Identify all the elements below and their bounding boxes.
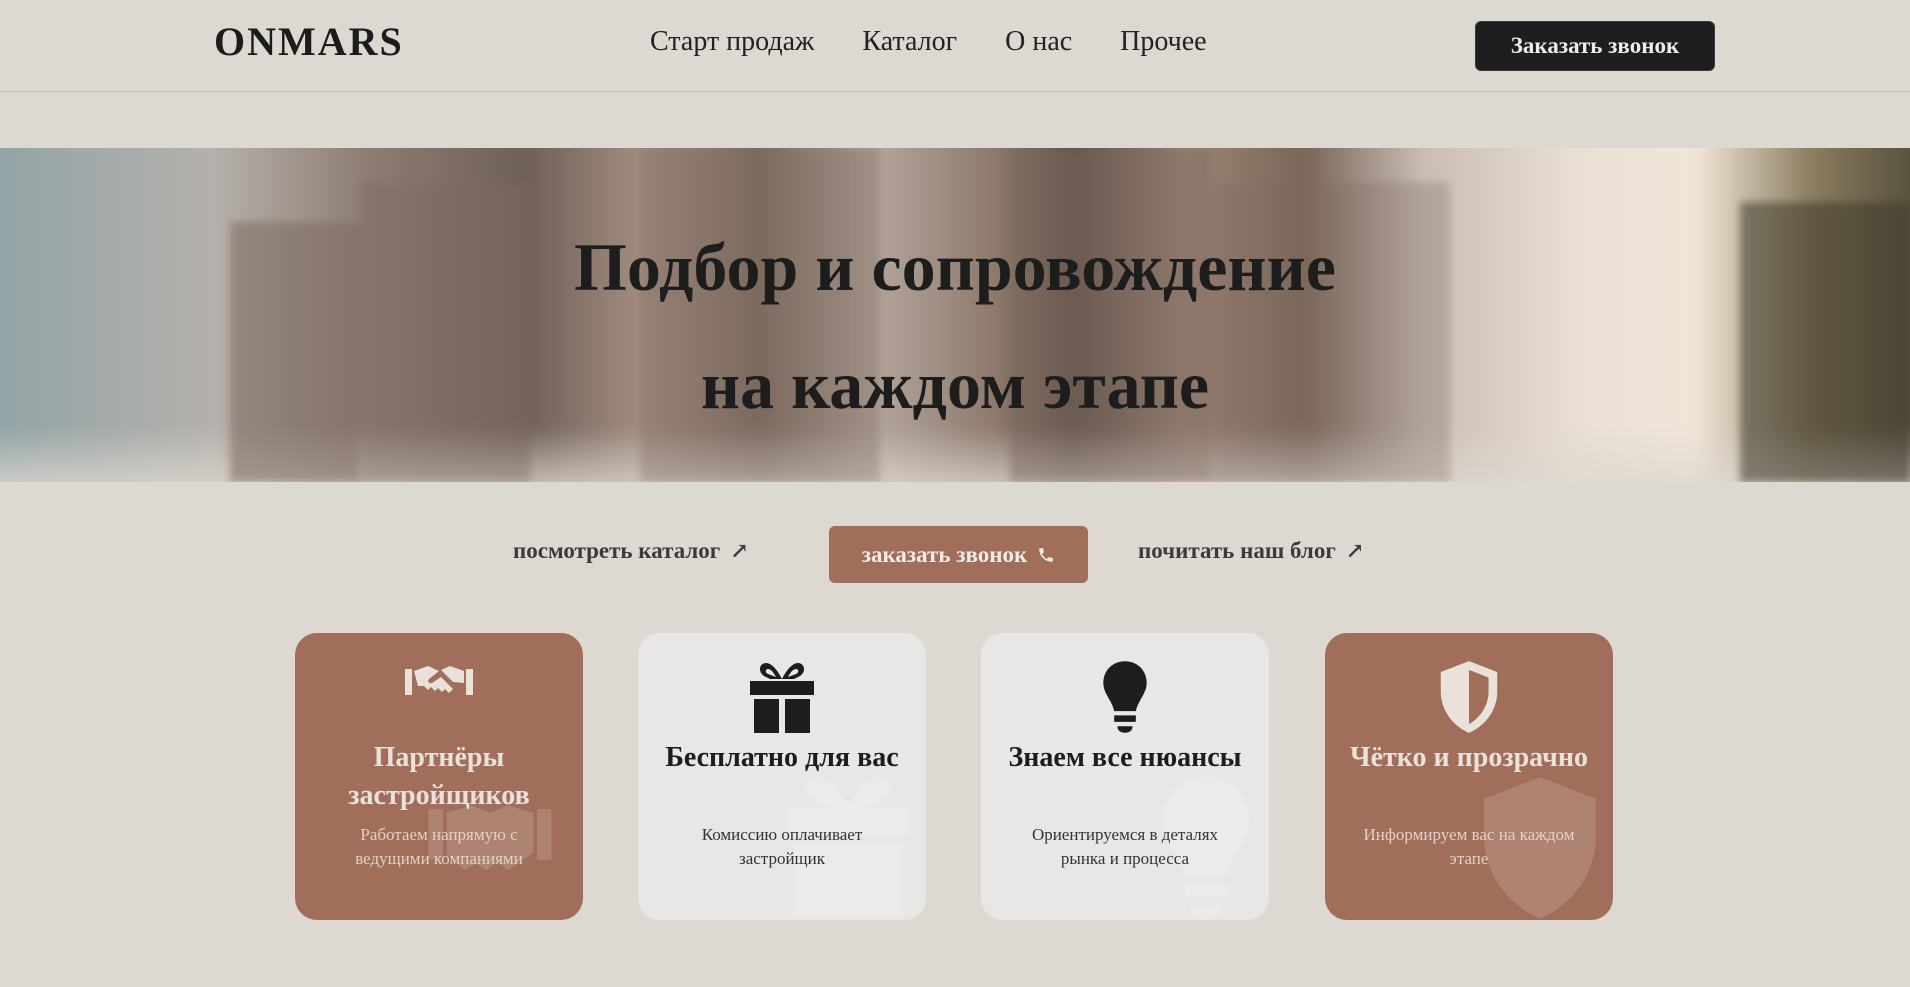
card-title: Бесплатно для вас	[665, 742, 899, 773]
shield-icon	[1325, 659, 1613, 735]
view-catalog-label: посмотреть каталог	[513, 538, 721, 563]
nav-item-sales-start[interactable]: Старт продаж	[650, 26, 814, 58]
order-call-button[interactable]: Заказать звонок	[1475, 21, 1715, 71]
hero-title-line2: на каждом этапе	[700, 347, 1210, 423]
nav-item-catalog[interactable]: Каталог	[862, 26, 957, 58]
handshake-icon	[295, 659, 583, 735]
phone-icon	[1039, 547, 1053, 562]
gift-icon	[638, 659, 926, 735]
feature-card-partners: Партнёры застройщиков Работаем напрямую …	[295, 633, 583, 920]
nav-item-other[interactable]: Прочее	[1120, 26, 1206, 58]
action-row: посмотреть каталог ↗ заказать звонок поч…	[0, 526, 1910, 584]
feature-card-nuances: Знаем все нюансы Ориентируемся в деталях…	[981, 633, 1269, 920]
read-blog-link[interactable]: почитать наш блог ↗	[1138, 538, 1364, 564]
order-call-accent-button[interactable]: заказать звонок	[829, 526, 1088, 583]
card-title: Чётко и прозрачно	[1350, 742, 1588, 773]
view-catalog-link[interactable]: посмотреть каталог ↗	[513, 538, 749, 564]
logo[interactable]: ONMARS	[214, 18, 404, 65]
arrow-up-right-icon: ↗	[730, 538, 749, 563]
card-title: Знаем все нюансы	[1008, 742, 1242, 773]
feature-card-free: Бесплатно для вас Комиссию оплачивает за…	[638, 633, 926, 920]
lightbulb-icon	[981, 659, 1269, 735]
site-header: ONMARS Старт продаж Каталог О нас Прочее…	[0, 0, 1910, 92]
card-description: Работаем напрямую с ведущими компаниями	[355, 825, 523, 868]
order-call-label: заказать звонок	[861, 541, 1028, 567]
nav-item-about[interactable]: О нас	[1005, 26, 1072, 58]
feature-card-transparency: Чётко и прозрачно Информируем вас на каж…	[1325, 633, 1613, 920]
main-nav: Старт продаж Каталог О нас Прочее	[650, 26, 1207, 58]
arrow-up-right-icon: ↗	[1345, 538, 1365, 563]
card-title: Партнёры застройщиков	[348, 742, 530, 811]
hero-title-line1: Подбор и сопровождение	[574, 229, 1336, 305]
card-description: Информируем вас на каждом этапе	[1363, 825, 1575, 868]
hero-banner: Подбор и сопровождение на каждом этапе	[0, 148, 1910, 482]
card-description: Комиссию оплачивает застройщик	[701, 825, 863, 868]
read-blog-label: почитать наш блог	[1138, 538, 1336, 563]
hero-title: Подбор и сопровождение на каждом этапе	[0, 208, 1910, 444]
card-description: Ориентируемся в деталях рынка и процесса	[1031, 825, 1219, 868]
